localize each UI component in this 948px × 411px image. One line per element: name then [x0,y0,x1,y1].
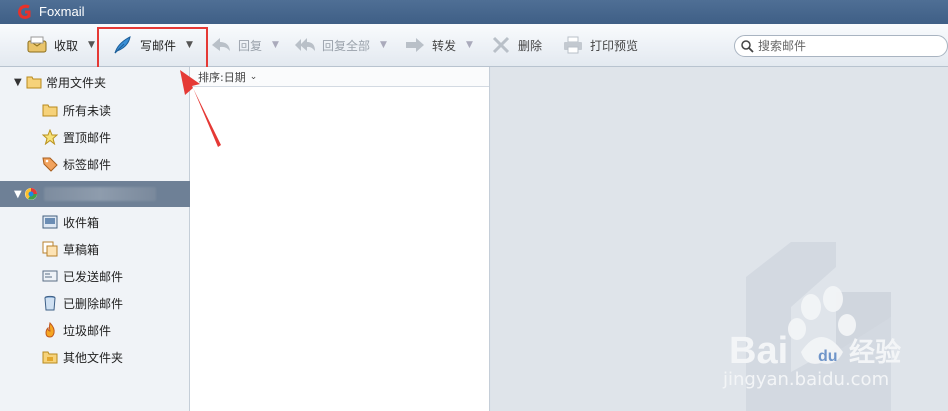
preview-pane: Bai du 经验 jingyan.baidu.com [491,67,948,411]
forward-dropdown-icon[interactable]: ▼ [466,40,473,50]
folder-item-other[interactable]: 其他文件夹 [42,346,123,368]
trash-icon [44,295,56,311]
folder-item-label: 置顶邮件 [63,130,112,145]
folder-item-sent[interactable]: 已发送邮件 [42,265,123,287]
search-box[interactable] [734,35,948,57]
folder-item-label: 已删除邮件 [63,296,124,311]
account-avatar-icon [25,188,37,200]
watermark-url: jingyan.baidu.com [722,369,889,390]
forward-button[interactable]: 转发 ▼ [404,34,473,56]
printer-icon [564,36,582,54]
folder-item-drafts[interactable]: 草稿箱 [42,238,99,260]
foxmail-logo-icon [18,4,31,19]
folder-item-tagged[interactable]: 标签邮件 [42,153,111,175]
receive-dropdown-icon[interactable]: ▼ [88,40,95,50]
feather-pen-icon [114,36,131,54]
folder-item-label: 其他文件夹 [63,350,124,365]
reply-button[interactable]: 回复 ▼ [210,34,279,56]
folder-item-pinned[interactable]: 置顶邮件 [42,126,111,148]
print-preview-label: 打印预览 [590,38,639,53]
receive-button[interactable]: 收取 ▼ [26,34,95,56]
expand-triangle-icon[interactable]: ▼ [14,189,24,200]
inbox-icon [42,215,58,229]
message-list-pane: 排序:日期 ⌄ [190,67,490,411]
watermark-brand-du: du [818,348,838,365]
account-name-redacted [44,187,156,201]
delete-button[interactable]: 删除 [490,34,542,56]
inbox-tray-icon [27,36,47,53]
folder-item-label: 标签邮件 [63,157,112,172]
forward-arrow-icon [406,38,424,52]
common-folders-group[interactable]: ▼ 常用文件夹 [0,69,190,95]
folder-item-all-unread[interactable]: 所有未读 [42,99,111,121]
compose-dropdown-icon[interactable]: ▼ [186,40,193,50]
sent-icon [42,270,58,282]
junk-icon [45,322,55,338]
baidu-watermark-icon: Bai du 经验 jingyan.baidu.com [722,242,901,411]
other-folder-icon [42,351,58,364]
window-title: Foxmail [39,4,85,19]
folder-icon [42,104,58,117]
watermark-brand: Bai [729,330,788,372]
drafts-icon [42,241,58,257]
compose-button[interactable]: 写邮件 ▼ [112,34,193,56]
chevron-down-icon[interactable]: ⌄ [250,72,258,82]
reply-all-label: 回复全部 [322,38,371,53]
folder-item-label: 收件箱 [63,215,100,230]
folder-item-label: 已发送邮件 [63,269,124,284]
account-group[interactable]: ▼ [0,181,190,207]
title-bar: Foxmail [0,0,948,24]
folder-icon [26,76,42,89]
folder-item-junk[interactable]: 垃圾邮件 [42,319,111,341]
folder-item-inbox[interactable]: 收件箱 [42,211,99,233]
reply-all-dropdown-icon[interactable]: ▼ [380,40,387,50]
folder-item-label: 所有未读 [63,103,112,118]
common-folders-label: 常用文件夹 [46,75,107,90]
folder-item-deleted[interactable]: 已删除邮件 [42,292,123,314]
forward-label: 转发 [432,38,457,53]
reply-all-button[interactable]: 回复全部 ▼ [294,34,387,56]
folder-item-label: 草稿箱 [63,242,100,257]
reply-arrow-icon [212,38,230,51]
search-icon [741,39,754,53]
sort-bar[interactable]: 排序:日期 ⌄ [190,67,489,87]
print-preview-button[interactable]: 打印预览 [562,34,638,56]
scissors-delete-icon [492,36,510,54]
expand-triangle-icon[interactable]: ▼ [14,77,24,88]
sort-label: 排序:日期 [198,70,246,84]
compose-label: 写邮件 [140,38,177,53]
reply-label: 回复 [238,38,263,53]
reply-all-arrow-icon [295,38,315,51]
reply-dropdown-icon[interactable]: ▼ [272,40,279,50]
toolbar: 收取 ▼ 写邮件 ▼ 回复 ▼ 回复全部 ▼ 转发 ▼ 删除 打印预览 搜索邮件 [0,24,948,67]
delete-label: 删除 [518,38,543,53]
folder-sidebar: ▼ 常用文件夹 所有未读 置顶邮件 标签邮件 ▼ 收件箱 草稿箱 已发送邮件 已… [0,67,190,411]
receive-label: 收取 [54,38,79,53]
star-icon [42,129,58,145]
watermark-brand-cn: 经验 [849,337,901,368]
tag-icon [42,157,58,172]
folder-item-label: 垃圾邮件 [63,323,112,338]
search-input[interactable] [758,39,938,53]
